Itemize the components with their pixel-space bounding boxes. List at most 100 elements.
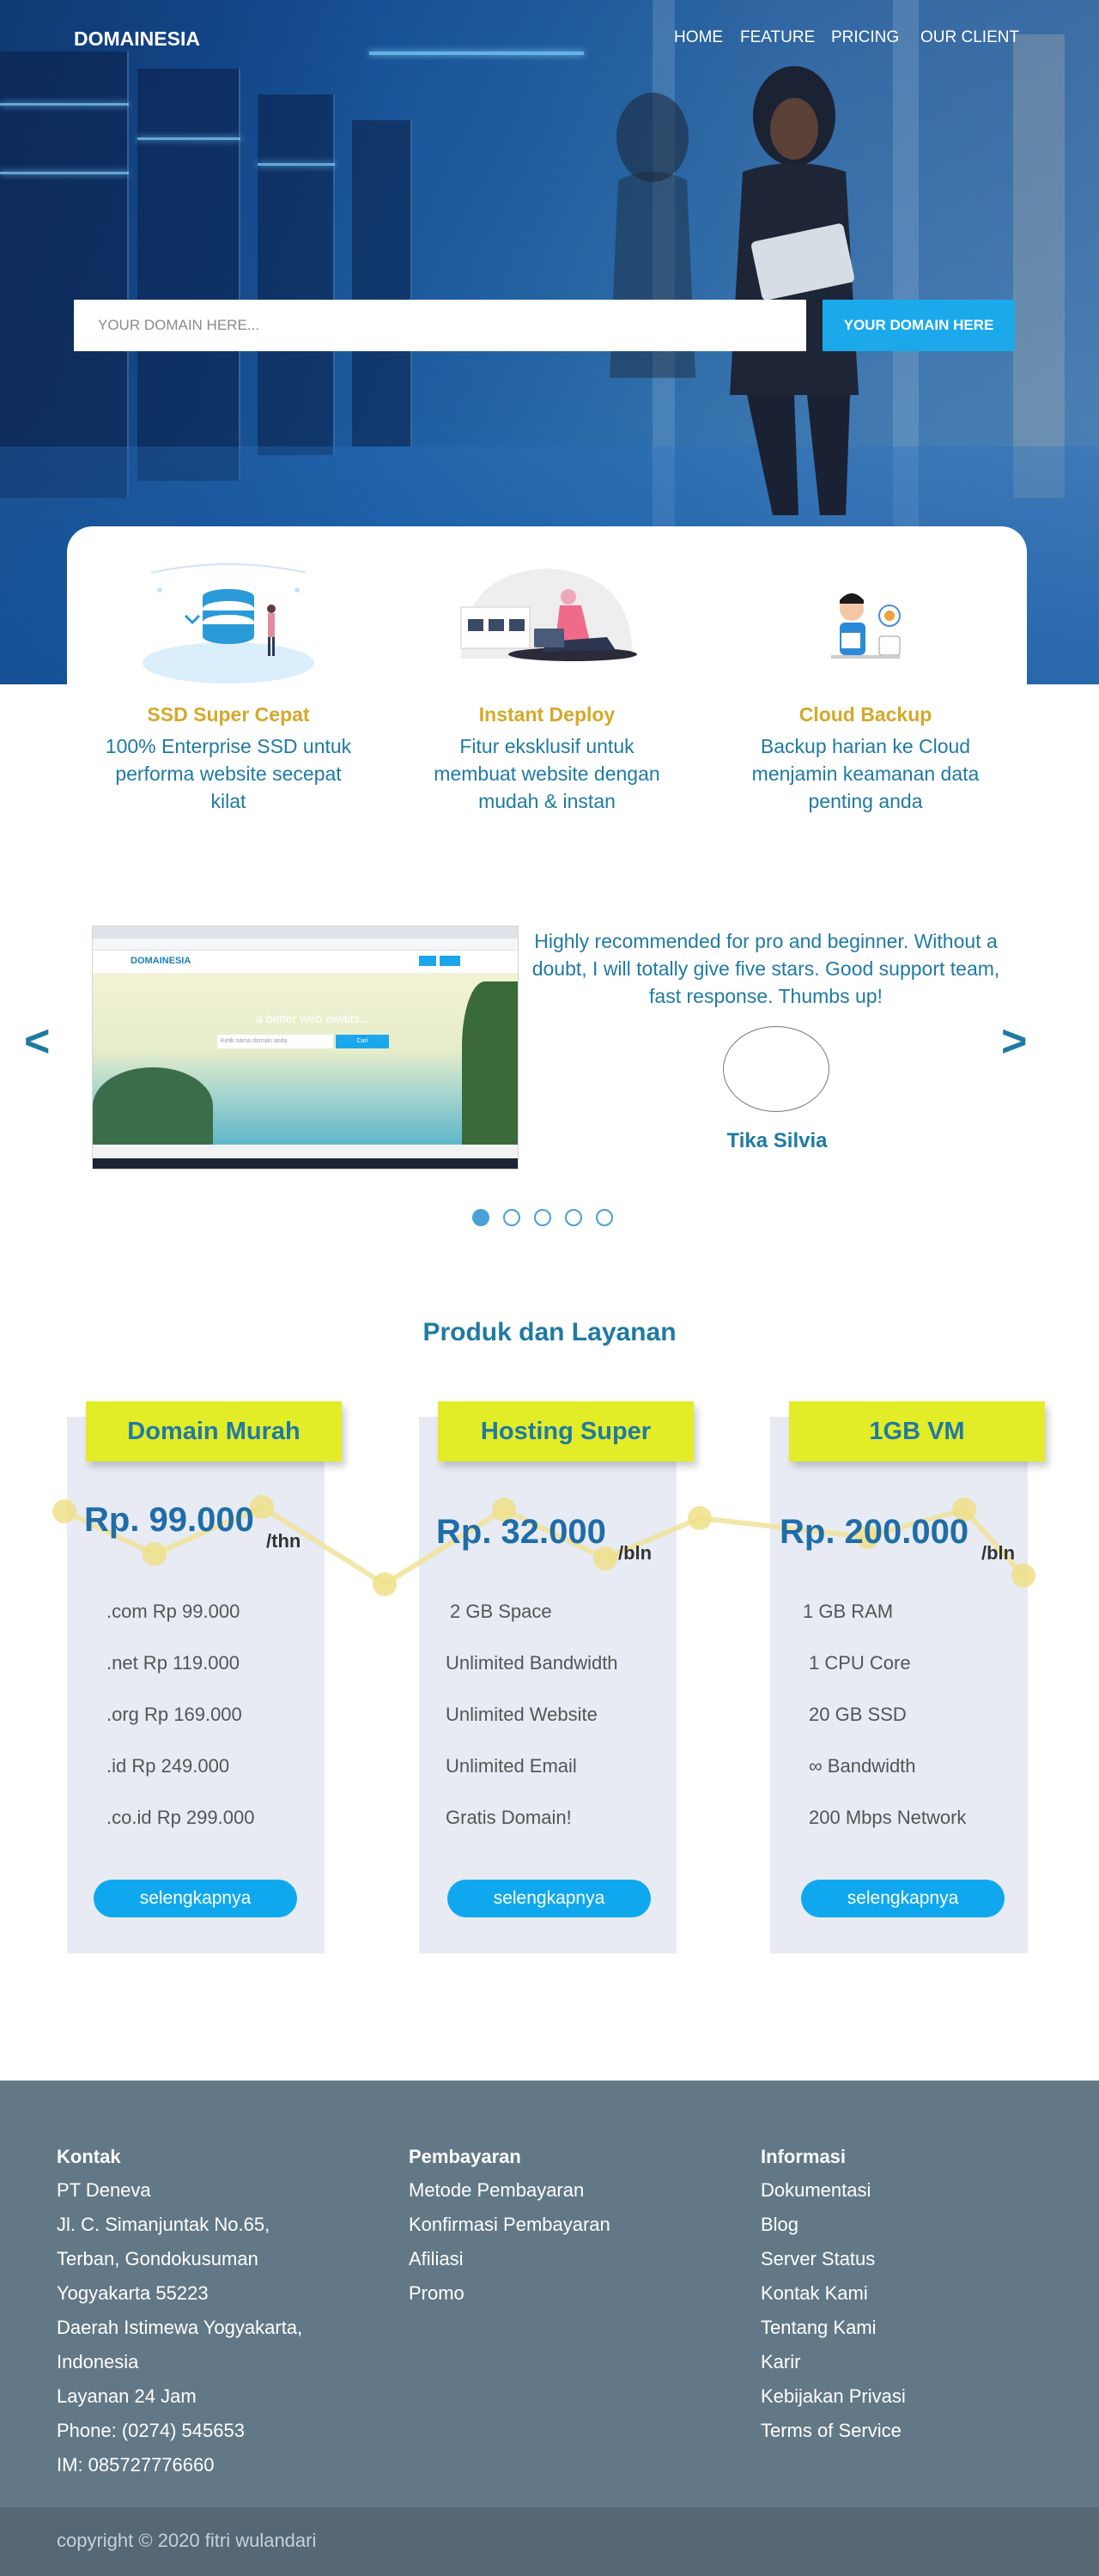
footer-link[interactable]: Blog xyxy=(761,2208,906,2242)
plan-period: /bln xyxy=(618,1542,653,1564)
site-hero-text: a better web awaits... xyxy=(256,1012,370,1025)
cliff-shape xyxy=(462,981,518,1145)
plan-details-button-vm[interactable]: selengkapnya xyxy=(801,1880,1005,1917)
footer-link[interactable]: Promo xyxy=(409,2276,610,2311)
site-hero-illustration: a better web awaits... Ketik nama domain… xyxy=(93,973,518,1145)
footer-link[interactable]: Tentang Kami xyxy=(761,2311,906,2345)
footer-link[interactable]: Konfirmasi Pembayaran xyxy=(409,2208,610,2242)
footer-link[interactable]: Karir xyxy=(761,2345,906,2379)
light-strip xyxy=(0,103,129,106)
database-icon xyxy=(143,563,314,683)
carousel-dots xyxy=(472,1209,613,1226)
plan-feature: 20 GB SSD xyxy=(809,1704,907,1725)
plan-tag-hosting: Hosting Super xyxy=(438,1401,694,1461)
carousel-dot-3[interactable] xyxy=(534,1209,551,1226)
server-rack-image xyxy=(352,120,412,447)
plan-feature: Unlimited Email xyxy=(446,1755,577,1777)
plan-period: /thn xyxy=(266,1530,301,1552)
plan-tag-domain: Domain Murah xyxy=(86,1401,342,1461)
footer-link[interactable]: Terms of Service xyxy=(761,2414,906,2448)
cloud-backup-icon xyxy=(831,593,901,659)
carousel-dot-4[interactable] xyxy=(565,1209,582,1226)
server-rack-image xyxy=(137,69,240,481)
carousel-prev-button[interactable]: < xyxy=(24,1016,50,1067)
plan-feature: ∞ Bandwidth xyxy=(809,1755,916,1777)
products-title: Produk dan Layanan xyxy=(422,1318,677,1346)
nav-pricing[interactable]: PRICING xyxy=(831,28,899,47)
footer-link[interactable]: Kontak Kami xyxy=(761,2276,906,2311)
footer-text: Layanan 24 Jam xyxy=(57,2385,197,2407)
carousel-dot-5[interactable] xyxy=(596,1209,613,1226)
footer-heading: Pembayaran xyxy=(409,2146,521,2167)
footer-link[interactable]: Kebijakan Privasi xyxy=(761,2379,906,2414)
plan-feature: .co.id Rp 299.000 xyxy=(106,1807,255,1828)
footer-link[interactable]: Server Status xyxy=(761,2242,906,2276)
plan-details-button-hosting[interactable]: selengkapnya xyxy=(447,1880,651,1917)
plan-feature: Gratis Domain! xyxy=(446,1807,572,1828)
carousel-dot-2[interactable] xyxy=(503,1209,520,1226)
feature-title: Cloud Backup xyxy=(798,703,932,726)
server-rack-image xyxy=(0,52,129,498)
plan-price: Rp. 32.000 xyxy=(436,1513,606,1551)
footer-col-payment: Pembayaran Metode Pembayaran Konfirmasi … xyxy=(409,2144,610,2311)
server-rack-image xyxy=(258,94,335,455)
plan-feature: 1 GB RAM xyxy=(803,1601,894,1622)
downloads-bar xyxy=(93,1145,518,1158)
plan-feature: .net Rp 119.000 xyxy=(106,1652,240,1674)
nav-our-client[interactable]: OUR CLIENT xyxy=(920,28,1019,47)
plan-card-domain xyxy=(67,1417,325,1953)
plan-price: Rp. 200.000 xyxy=(780,1513,969,1551)
plan-feature: .id Rp 249.000 xyxy=(106,1755,230,1777)
plan-feature: 1 CPU Core xyxy=(809,1652,911,1674)
feature-description: 100% Enterprise SSD untuk performa websi… xyxy=(105,735,352,812)
feature-title: SSD Super Cepat xyxy=(147,703,310,726)
footer-link[interactable]: Afiliasi xyxy=(409,2242,610,2276)
feature-card: SSD Super Cepat 100% Enterprise SSD untu… xyxy=(67,526,1027,861)
plan-feature: Unlimited Website xyxy=(446,1704,598,1725)
footer-text: Indonesia xyxy=(57,2351,139,2372)
person-with-laptop-image xyxy=(610,66,859,515)
site-signup-button xyxy=(440,956,460,966)
reviewer-avatar xyxy=(723,1026,829,1112)
windows-taskbar xyxy=(93,1158,518,1169)
nav-feature[interactable]: FEATURE xyxy=(740,28,815,47)
plan-period: /bln xyxy=(981,1542,1016,1564)
light-strip xyxy=(137,137,240,140)
footer-text: Terban, Gondokusuman xyxy=(57,2248,258,2269)
carousel-dot-1[interactable] xyxy=(472,1209,489,1226)
plan-tag-vm: 1GB VM xyxy=(789,1401,1045,1461)
light-strip xyxy=(0,172,129,174)
plan-card-vm xyxy=(770,1417,1028,1953)
light-strip xyxy=(369,52,584,55)
footer-text: Yogyakarta 55223 xyxy=(57,2282,209,2304)
feature-description: Backup harian ke Cloud menjamin keamanan… xyxy=(751,735,980,812)
site-logo: DOMAINESIA xyxy=(131,956,191,966)
plan-card-hosting xyxy=(419,1417,677,1953)
nav-home[interactable]: HOME xyxy=(674,28,723,47)
footer-text: Jl. C. Simanjuntak No.65, xyxy=(57,2214,270,2235)
plan-feature: 200 Mbps Network xyxy=(809,1807,967,1828)
brand-logo[interactable]: DOMAINESIA xyxy=(74,27,200,51)
domain-search-input[interactable] xyxy=(74,300,806,351)
footer-link[interactable]: Metode Pembayaran xyxy=(409,2173,610,2208)
footer-col-info: Informasi Dokumentasi Blog Server Status… xyxy=(761,2144,906,2448)
light-strip xyxy=(258,163,335,166)
footer-link[interactable]: Dokumentasi xyxy=(761,2173,906,2208)
reviewer-name: Tika Silvia xyxy=(726,1129,828,1152)
plan-feature: Unlimited Bandwidth xyxy=(446,1652,618,1674)
site-search-button: Cari xyxy=(336,1035,389,1048)
footer-col-contact: Kontak PT Deneva Jl. C. Simanjuntak No.6… xyxy=(57,2144,302,2482)
testimonial-quote: Highly recommended for pro and beginner.… xyxy=(531,930,1000,1007)
footer-heading: Kontak xyxy=(57,2146,121,2167)
footer-text: PT Deneva xyxy=(57,2179,151,2201)
door-panel xyxy=(1013,34,1065,498)
island-shape xyxy=(93,1067,213,1145)
footer-text: Daerah Istimewa Yogyakarta, xyxy=(57,2317,303,2338)
copyright-text: copyright © 2020 fitri wulandari xyxy=(57,2530,317,2551)
site-search-input: Ketik nama domain anda xyxy=(217,1035,333,1048)
plan-details-button-domain[interactable]: selengkapnya xyxy=(94,1880,297,1917)
domain-search-button[interactable]: YOUR DOMAIN HERE xyxy=(823,300,1015,351)
plan-price: Rp. 99.000 xyxy=(84,1501,254,1539)
website-screenshot: DOMAINESIA a better web awaits... Ketik … xyxy=(92,926,519,1170)
carousel-next-button[interactable]: > xyxy=(1001,1016,1027,1067)
